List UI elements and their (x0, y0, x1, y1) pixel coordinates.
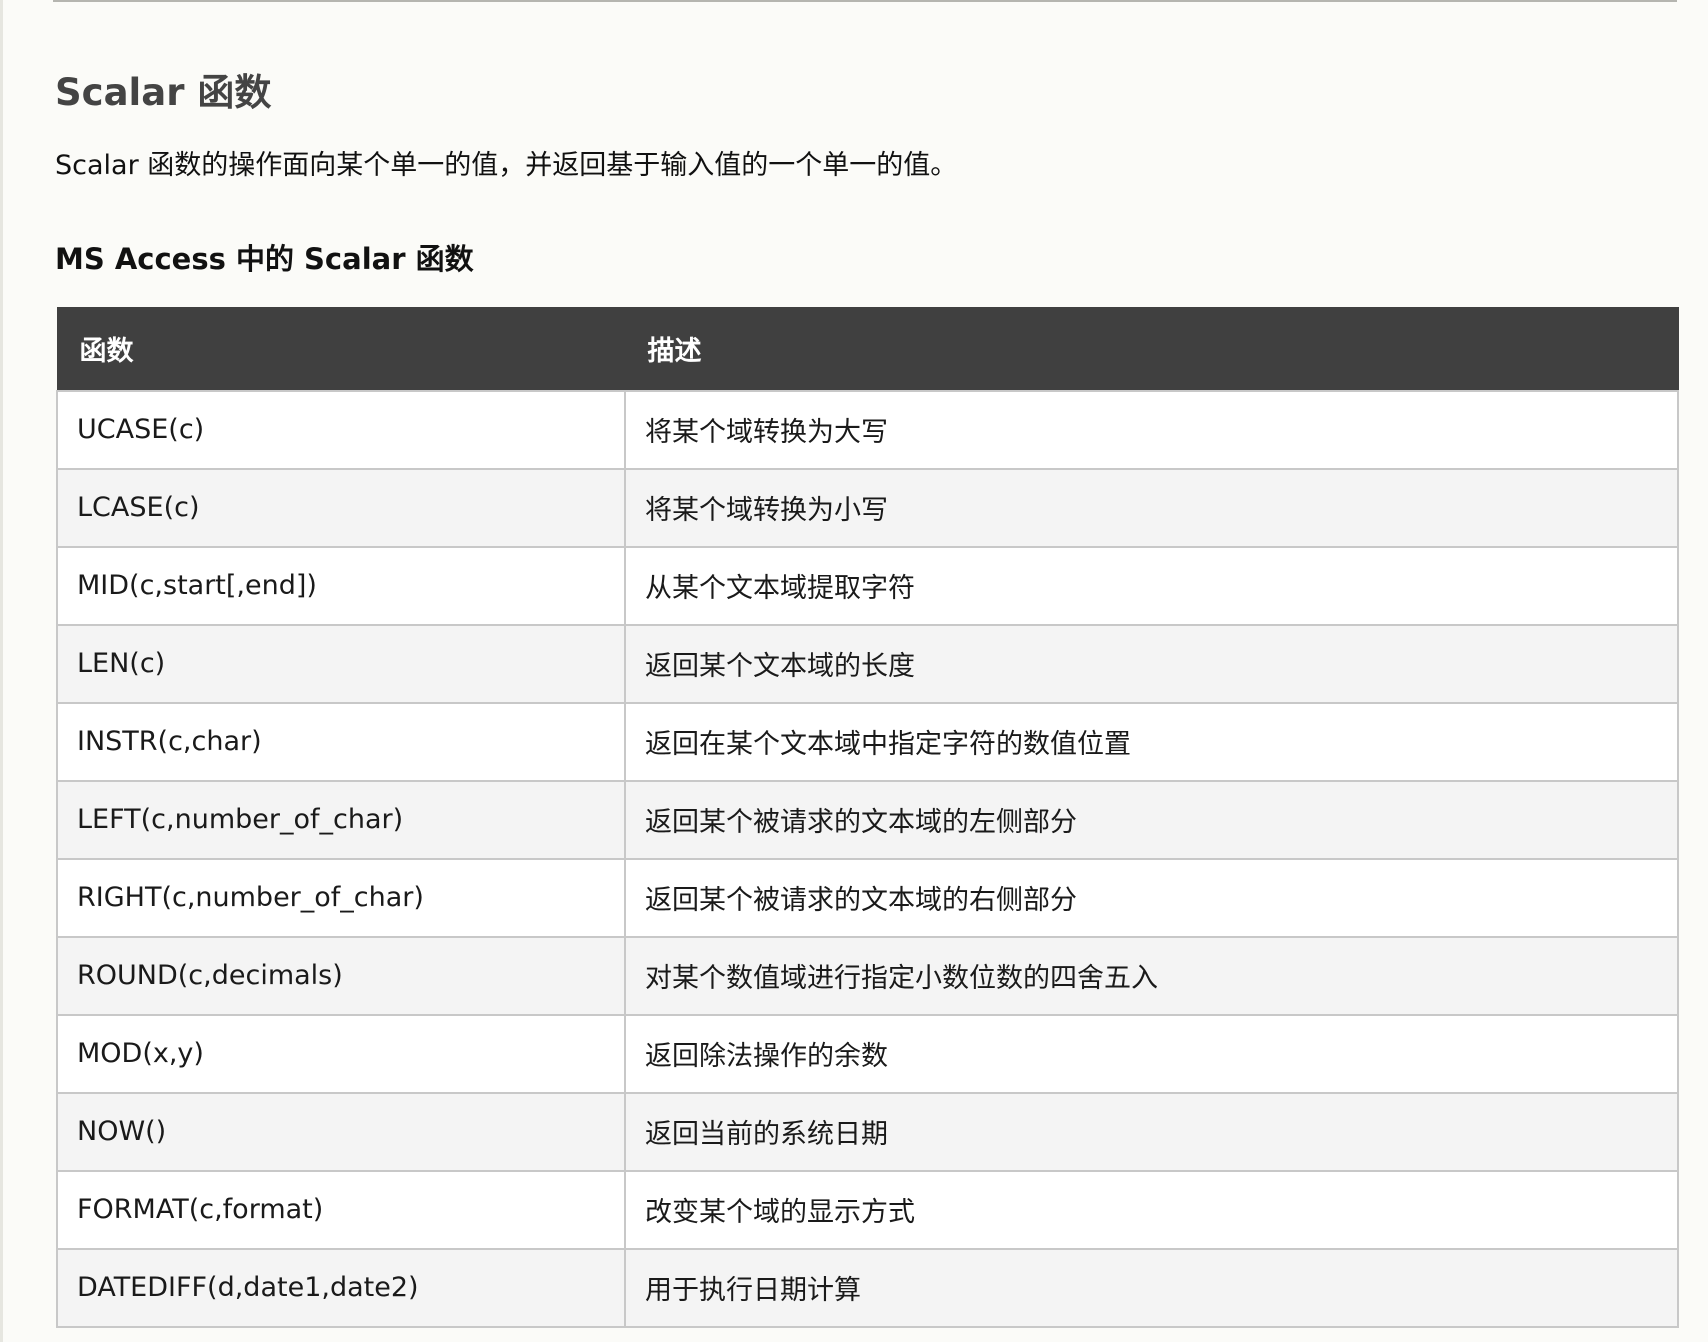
section-title: Scalar 函数 (55, 71, 272, 114)
table-row: ROUND(c,decimals) 对某个数值域进行指定小数位数的四舍五入 (56, 935, 1679, 1016)
table-row: NOW() 返回当前的系统日期 (56, 1091, 1679, 1172)
function-cell: LEN(c) (56, 623, 626, 704)
description-cell: 将某个域转换为小写 (624, 467, 1679, 548)
table-header-row: 函数 描述 (56, 307, 1679, 391)
table-row: DATEDIFF(d,date1,date2) 用于执行日期计算 (56, 1247, 1679, 1328)
description-cell: 返回某个被请求的文本域的右侧部分 (624, 857, 1679, 938)
sub-title: MS Access 中的 Scalar 函数 (55, 242, 474, 276)
table-row: UCASE(c) 将某个域转换为大写 (56, 389, 1679, 470)
header-description: 描述 (624, 307, 1679, 391)
description-cell: 改变某个域的显示方式 (624, 1169, 1679, 1250)
function-cell: LCASE(c) (56, 467, 626, 548)
description-cell: 返回除法操作的余数 (624, 1013, 1679, 1094)
function-cell: DATEDIFF(d,date1,date2) (56, 1247, 626, 1328)
description-cell: 从某个文本域提取字符 (624, 545, 1679, 626)
function-cell: NOW() (56, 1091, 626, 1172)
function-cell: INSTR(c,char) (56, 701, 626, 782)
intro-paragraph: Scalar 函数的操作面向某个单一的值，并返回基于输入值的一个单一的值。 (55, 150, 958, 181)
top-divider (53, 0, 1677, 2)
description-cell: 用于执行日期计算 (624, 1247, 1679, 1328)
table-row: RIGHT(c,number_of_char) 返回某个被请求的文本域的右侧部分 (56, 857, 1679, 938)
description-cell: 返回某个文本域的长度 (624, 623, 1679, 704)
function-cell: RIGHT(c,number_of_char) (56, 857, 626, 938)
description-cell: 返回某个被请求的文本域的左侧部分 (624, 779, 1679, 860)
function-cell: ROUND(c,decimals) (56, 935, 626, 1016)
article-page: Scalar 函数 Scalar 函数的操作面向某个单一的值，并返回基于输入值的… (0, 0, 1708, 1342)
description-cell: 对某个数值域进行指定小数位数的四舍五入 (624, 935, 1679, 1016)
table-row: FORMAT(c,format) 改变某个域的显示方式 (56, 1169, 1679, 1250)
function-cell: FORMAT(c,format) (56, 1169, 626, 1250)
table-row: LEFT(c,number_of_char) 返回某个被请求的文本域的左侧部分 (56, 779, 1679, 860)
function-cell: LEFT(c,number_of_char) (56, 779, 626, 860)
scalar-functions-table: 函数 描述 UCASE(c) 将某个域转换为大写 LCASE(c) 将某个域转换… (56, 307, 1679, 1328)
function-cell: UCASE(c) (56, 389, 626, 470)
function-cell: MID(c,start[,end]) (56, 545, 626, 626)
description-cell: 返回当前的系统日期 (624, 1091, 1679, 1172)
header-function: 函数 (56, 307, 626, 391)
description-cell: 返回在某个文本域中指定字符的数值位置 (624, 701, 1679, 782)
function-cell: MOD(x,y) (56, 1013, 626, 1094)
table-row: MID(c,start[,end]) 从某个文本域提取字符 (56, 545, 1679, 626)
table-row: LCASE(c) 将某个域转换为小写 (56, 467, 1679, 548)
table-row: LEN(c) 返回某个文本域的长度 (56, 623, 1679, 704)
table-row: MOD(x,y) 返回除法操作的余数 (56, 1013, 1679, 1094)
description-cell: 将某个域转换为大写 (624, 389, 1679, 470)
table-row: INSTR(c,char) 返回在某个文本域中指定字符的数值位置 (56, 701, 1679, 782)
